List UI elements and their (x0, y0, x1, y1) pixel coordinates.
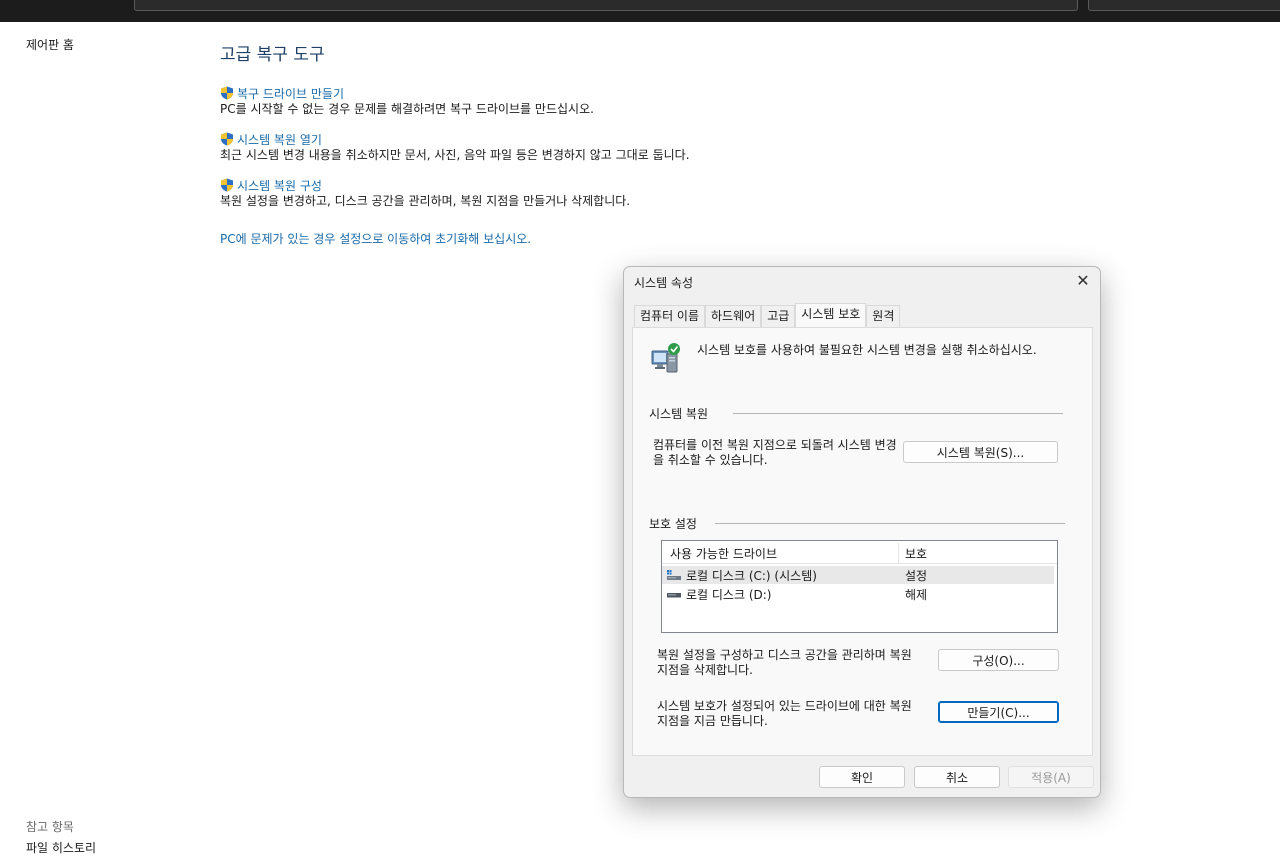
create-recovery-drive-desc: PC를 시작할 수 없는 경우 문제를 해결하려면 복구 드라이브를 만드십시오… (220, 102, 594, 116)
configure-button[interactable]: 구성(O)... (938, 649, 1059, 671)
see-also-label: 참고 항목 (26, 820, 74, 834)
drive-name: 로컬 디스크 (C:) (시스템) (686, 568, 817, 583)
create-button[interactable]: 만들기(C)... (938, 701, 1059, 723)
system-restore-section-label: 시스템 복원 (649, 405, 717, 422)
protection-settings-section-label: 보호 설정 (649, 515, 705, 532)
configure-desc: 복원 설정을 구성하고 디스크 공간을 관리하며 복원 지점을 삭제합니다. (657, 648, 912, 677)
search-box[interactable] (1088, 0, 1280, 11)
tab-hardware[interactable]: 하드웨어 (705, 305, 762, 327)
reset-pc-link[interactable]: PC에 문제가 있는 경우 설정으로 이동하여 초기화해 보십시오. (220, 230, 531, 247)
configure-system-restore-link[interactable]: 시스템 복원 구성 (220, 177, 630, 193)
uac-shield-icon (221, 132, 233, 146)
close-icon[interactable]: ✕ (1072, 271, 1094, 291)
open-system-restore-label: 시스템 복원 열기 (237, 132, 322, 147)
tab-computer-name[interactable]: 컴퓨터 이름 (634, 305, 706, 327)
create-desc: 시스템 보호가 설정되어 있는 드라이브에 대한 복원 지점을 지금 만듭니다. (657, 699, 912, 728)
create-recovery-drive-label: 복구 드라이브 만들기 (237, 86, 344, 101)
drive-row-c[interactable]: 로컬 디스크 (C:) (시스템) 설정 (662, 566, 1054, 584)
open-system-restore-link[interactable]: 시스템 복원 열기 (220, 131, 690, 147)
section-divider (715, 523, 1065, 524)
control-panel-home-link[interactable]: 제어판 홈 (26, 36, 74, 53)
uac-shield-icon (221, 178, 233, 192)
tool-create-recovery-drive: 복구 드라이브 만들기 PC를 시작할 수 없는 경우 문제를 해결하려면 복구… (220, 85, 594, 117)
intro-text: 시스템 보호를 사용하여 불필요한 시스템 변경을 실행 취소하십시오. (697, 343, 1037, 357)
section-divider (733, 413, 1063, 414)
configure-system-restore-label: 시스템 복원 구성 (237, 178, 322, 193)
configure-system-restore-desc: 복원 설정을 변경하고, 디스크 공간을 관리하며, 복원 지점을 만들거나 삭… (220, 194, 631, 208)
address-bar[interactable] (134, 0, 1078, 11)
system-restore-button[interactable]: 시스템 복원(S)... (903, 441, 1058, 463)
window-top-bar (0, 0, 1280, 22)
system-restore-desc: 컴퓨터를 이전 복원 지점으로 되돌려 시스템 변경을 취소할 수 있습니다. (653, 438, 897, 467)
create-recovery-drive-link[interactable]: 복구 드라이브 만들기 (220, 85, 594, 101)
drive-name: 로컬 디스크 (D:) (686, 587, 772, 602)
system-protection-panel: 시스템 보호를 사용하여 불필요한 시스템 변경을 실행 취소하십시오. 시스템… (632, 327, 1093, 756)
tab-remote[interactable]: 원격 (866, 305, 901, 327)
dialog-title: 시스템 속성 (634, 276, 694, 290)
tab-system-protection[interactable]: 시스템 보호 (795, 303, 867, 328)
column-protection[interactable]: 보호 (905, 545, 927, 562)
drives-list-header: 사용 가능한 드라이브 보호 (662, 541, 1057, 564)
dialog-tabs: 컴퓨터 이름 하드웨어 고급 시스템 보호 원격 (634, 303, 901, 328)
column-available-drives[interactable]: 사용 가능한 드라이브 (670, 545, 777, 562)
apply-button[interactable]: 적용(A) (1008, 766, 1094, 788)
system-protection-icon (651, 343, 680, 373)
page-title: 고급 복구 도구 (220, 45, 325, 65)
tab-advanced[interactable]: 고급 (761, 305, 796, 327)
system-properties-dialog: 시스템 속성 ✕ 컴퓨터 이름 하드웨어 고급 시스템 보호 원격 시스템 보호… (623, 266, 1101, 798)
drive-icon (667, 592, 681, 597)
tool-configure-system-restore: 시스템 복원 구성 복원 설정을 변경하고, 디스크 공간을 관리하며, 복원 … (220, 177, 630, 209)
ok-button[interactable]: 확인 (819, 766, 905, 788)
cancel-button[interactable]: 취소 (914, 766, 1000, 788)
open-system-restore-desc: 최근 시스템 변경 내용을 취소하지만 문서, 사진, 음악 파일 등은 변경하… (220, 148, 690, 162)
drives-list[interactable]: 사용 가능한 드라이브 보호 로컬 디스크 (C:) (시스템) 설정 로컬 디… (661, 540, 1058, 633)
column-separator[interactable] (898, 543, 899, 563)
uac-shield-icon (221, 86, 233, 100)
drive-row-d[interactable]: 로컬 디스크 (D:) 해제 (662, 585, 1054, 603)
drive-protection-state: 해제 (905, 587, 928, 602)
drive-protection-state: 설정 (905, 568, 928, 583)
tool-open-system-restore: 시스템 복원 열기 최근 시스템 변경 내용을 취소하지만 문서, 사진, 음악… (220, 131, 690, 163)
see-also-file-history-link[interactable]: 파일 히스토리 (26, 839, 96, 856)
system-drive-icon (667, 569, 681, 580)
